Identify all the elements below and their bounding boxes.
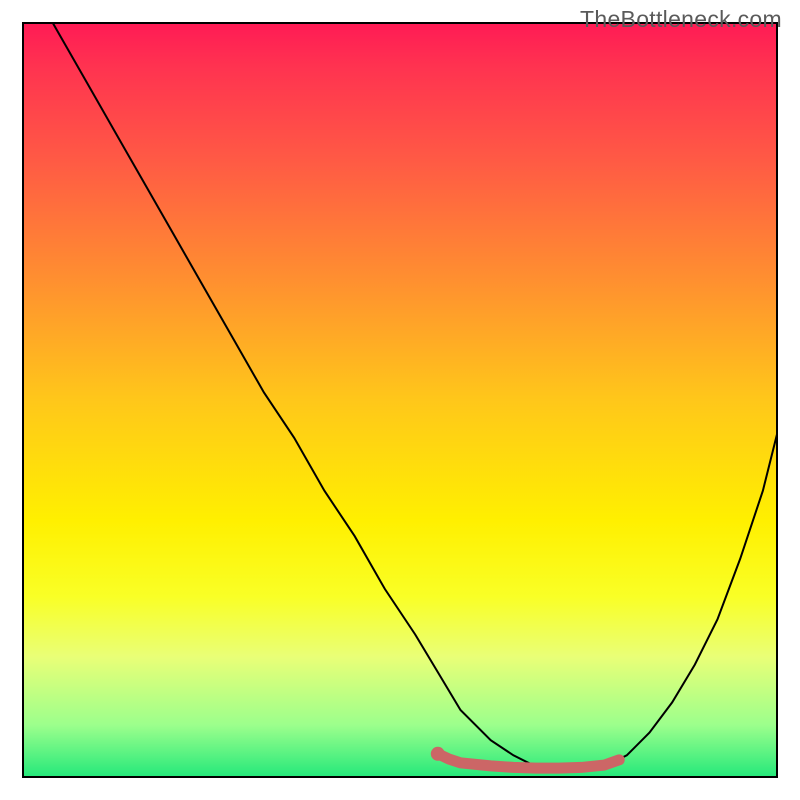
highlight-segment [438, 754, 619, 768]
highlight-dot [431, 747, 445, 761]
bottleneck-curve [52, 22, 778, 770]
chart-overlay [22, 22, 778, 778]
chart-container: TheBottleneck.com [0, 0, 800, 800]
watermark-text: TheBottleneck.com [580, 6, 782, 33]
